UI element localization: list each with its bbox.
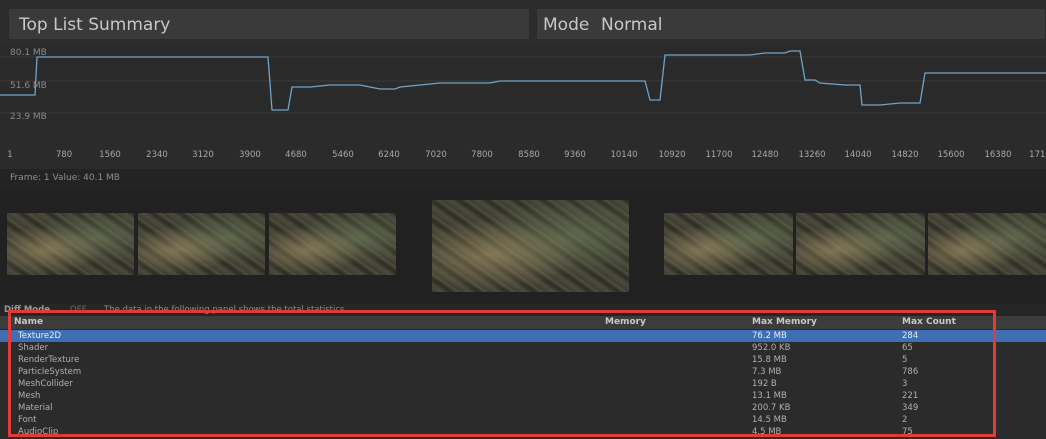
- table-row[interactable]: Material 200.7 KB 349: [0, 402, 1046, 414]
- summary-title: Top List Summary: [19, 15, 171, 35]
- cell-name: RenderTexture: [18, 355, 80, 365]
- x-tick: 3120: [192, 150, 214, 160]
- cell-name: Mesh: [18, 391, 41, 401]
- x-tick: 1716: [1029, 150, 1046, 160]
- frame-screenshot[interactable]: [7, 213, 134, 275]
- x-tick: 6240: [378, 150, 400, 160]
- memory-graph[interactable]: 80.1 MB 51.6 MB 23.9 MB: [0, 45, 1046, 143]
- cell-name: ParticleSystem: [18, 367, 82, 377]
- x-tick: 13260: [798, 150, 826, 160]
- cell-name: Material: [18, 403, 53, 413]
- frame-screenshot[interactable]: [664, 213, 793, 275]
- cell-name: Font: [18, 415, 37, 425]
- memory-graph-svg: [0, 50, 1046, 114]
- cell-max-memory: 13.1 MB: [752, 391, 787, 401]
- y-label-mid: 51.6 MB: [10, 81, 47, 91]
- table-row[interactable]: ParticleSystem 7.3 MB 786: [0, 366, 1046, 378]
- x-tick: 10920: [658, 150, 686, 160]
- x-tick: 2340: [146, 150, 168, 160]
- cell-max-memory: 7.3 MB: [752, 367, 782, 377]
- x-tick: 7020: [425, 150, 447, 160]
- cell-max-count: 3: [902, 379, 908, 389]
- mode-label: Mode: [543, 15, 590, 35]
- screenshot-strip: [0, 189, 1046, 304]
- cell-max-memory: 14.5 MB: [752, 415, 787, 425]
- cell-max-count: 65: [902, 343, 913, 353]
- column-header-max-count[interactable]: Max Count: [902, 317, 956, 327]
- table-row[interactable]: Mesh 13.1 MB 221: [0, 390, 1046, 402]
- x-tick: 16380: [984, 150, 1012, 160]
- diff-mode-toggle[interactable]: OFF: [70, 305, 86, 315]
- cell-name: Shader: [18, 343, 49, 353]
- table-row[interactable]: MeshCollider 192 B 3: [0, 378, 1046, 390]
- cell-name: Texture2D: [18, 331, 62, 341]
- cell-name: MeshCollider: [18, 379, 73, 389]
- cell-max-count: 75: [902, 427, 913, 437]
- frame-screenshot[interactable]: [928, 213, 1046, 275]
- frame-info: Frame: 1 Value: 40.1 MB: [10, 173, 120, 183]
- cell-name: AudioClip: [18, 427, 59, 437]
- x-tick: 14820: [891, 150, 919, 160]
- x-tick: 4680: [285, 150, 307, 160]
- x-tick: 7800: [471, 150, 493, 160]
- table-header: Name Memory Max Memory Max Count: [0, 316, 1046, 329]
- x-tick: 15600: [937, 150, 965, 160]
- diff-mode-bar: Diff Mode OFF The data in the following …: [0, 304, 1046, 316]
- x-tick: 8580: [518, 150, 540, 160]
- cell-max-count: 5: [902, 355, 908, 365]
- frame-screenshot[interactable]: [796, 213, 925, 275]
- x-tick: 9360: [564, 150, 586, 160]
- x-tick: 5460: [332, 150, 354, 160]
- x-tick: 1560: [99, 150, 121, 160]
- cell-max-count: 786: [902, 367, 919, 377]
- cell-max-memory: 952.0 KB: [752, 343, 791, 353]
- cell-max-memory: 200.7 KB: [752, 403, 791, 413]
- frame-screenshot-selected[interactable]: [432, 200, 629, 292]
- diff-mode-message: The data in the following panel shows th…: [104, 305, 345, 315]
- frame-screenshot[interactable]: [138, 213, 265, 275]
- frame-info-bar: Frame: 1 Value: 40.1 MB: [0, 169, 1046, 189]
- table-row[interactable]: Shader 952.0 KB 65: [0, 342, 1046, 354]
- cell-max-memory: 76.2 MB: [752, 331, 787, 341]
- column-header-max-memory[interactable]: Max Memory: [752, 317, 817, 327]
- x-tick: 14040: [844, 150, 872, 160]
- x-tick: 11700: [705, 150, 733, 160]
- x-tick: 1: [7, 150, 13, 160]
- column-header-memory[interactable]: Memory: [605, 317, 646, 327]
- table-row[interactable]: RenderTexture 15.8 MB 5: [0, 354, 1046, 366]
- table-row[interactable]: Font 14.5 MB 2: [0, 414, 1046, 426]
- x-tick: 12480: [751, 150, 779, 160]
- mode-value: Normal: [601, 15, 663, 35]
- x-tick: 3900: [239, 150, 261, 160]
- y-label-min: 23.9 MB: [10, 112, 47, 122]
- summary-table: Name Memory Max Memory Max Count Texture…: [0, 316, 1046, 439]
- cell-max-memory: 4.5 MB: [752, 427, 782, 437]
- table-row-selected[interactable]: Texture2D 76.2 MB 284: [0, 330, 1046, 342]
- column-header-name[interactable]: Name: [14, 317, 43, 327]
- cell-max-count: 349: [902, 403, 919, 413]
- frame-screenshot[interactable]: [269, 213, 396, 275]
- cell-max-memory: 15.8 MB: [752, 355, 787, 365]
- cell-max-count: 284: [902, 331, 919, 341]
- cell-max-count: 221: [902, 391, 919, 401]
- x-tick: 780: [55, 150, 73, 160]
- toolbar: Top List Summary Mode Normal: [0, 0, 1046, 45]
- cell-max-memory: 192 B: [752, 379, 777, 389]
- table-row[interactable]: AudioClip 4.5 MB 75: [0, 426, 1046, 438]
- summary-title-field[interactable]: Top List Summary: [8, 8, 530, 40]
- diff-mode-label: Diff Mode: [4, 305, 50, 315]
- cell-max-count: 2: [902, 415, 908, 425]
- x-tick: 10140: [610, 150, 638, 160]
- y-label-max: 80.1 MB: [10, 48, 47, 58]
- mode-selector[interactable]: Mode Normal: [536, 8, 1046, 40]
- frame-axis: 1 780 1560 2340 3120 3900 4680 5460 6240…: [0, 143, 1046, 169]
